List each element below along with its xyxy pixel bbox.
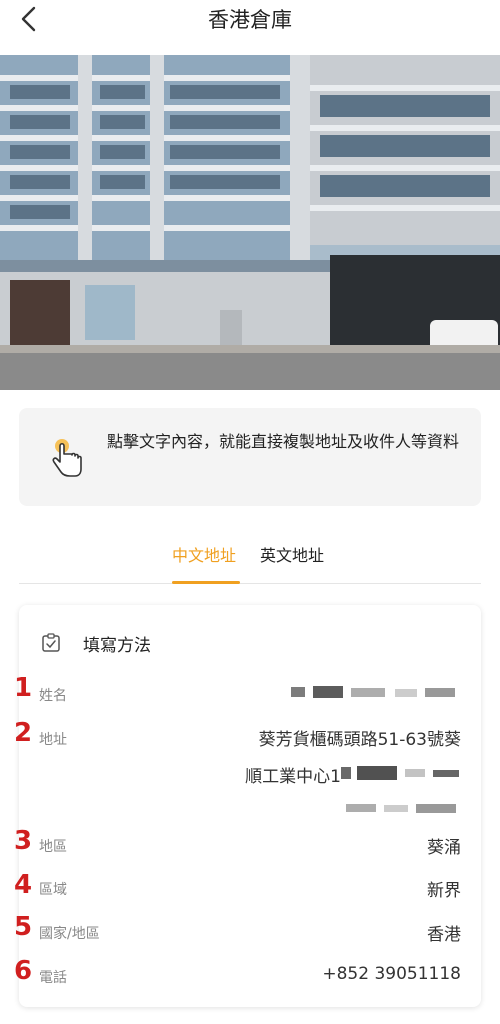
annotation-number-6: 6 [14,956,33,986]
page-title: 香港倉庫 [208,8,292,32]
address-info-card: 填寫方法 姓名 地址 葵芳貨櫃碼頭路51-63號葵 順工業中心1 地區 葵涌 區… [19,605,481,1007]
active-tab-indicator [172,581,240,584]
address-value-line2[interactable]: 順工業中心1 [245,762,341,787]
checklist-icon [42,633,60,652]
district-label: 地區 [39,839,67,855]
redacted-address-mask-2 [346,800,461,814]
phone-value[interactable]: +852 39051118 [322,964,461,984]
annotation-number-4: 4 [14,870,33,900]
name-label: 姓名 [39,688,67,704]
annotation-number-1: 1 [14,673,33,703]
address-value-line1[interactable]: 葵芳貨櫃碼頭路51-63號葵 [259,725,461,750]
region-label: 區域 [39,882,67,898]
address-tabs: 中文地址 英文地址 [19,530,481,584]
region-value[interactable]: 新界 [427,876,461,901]
header: 香港倉庫 [0,0,500,40]
tab-chinese-address[interactable]: 中文地址 [172,542,236,566]
annotation-number-5: 5 [14,912,33,942]
district-value[interactable]: 葵涌 [427,833,461,858]
warehouse-photo [0,55,500,390]
address-label: 地址 [39,732,67,748]
fill-method-label: 填寫方法 [83,636,151,656]
country-label: 國家/地區 [39,926,100,942]
name-value[interactable] [291,683,461,706]
redacted-address-mask-1 [341,765,461,780]
tip-text: 點擊文字內容，就能直接複製地址及收件人等資料 [107,432,460,451]
tab-english-address[interactable]: 英文地址 [260,542,324,566]
redacted-name-mask [291,686,455,698]
copy-tip-card: 點擊文字內容，就能直接複製地址及收件人等資料 [19,408,481,506]
country-value[interactable]: 香港 [427,920,461,945]
annotation-number-2: 2 [14,718,33,748]
annotation-number-3: 3 [14,826,33,856]
phone-label: 電話 [39,970,67,986]
tap-hand-icon [49,436,89,480]
